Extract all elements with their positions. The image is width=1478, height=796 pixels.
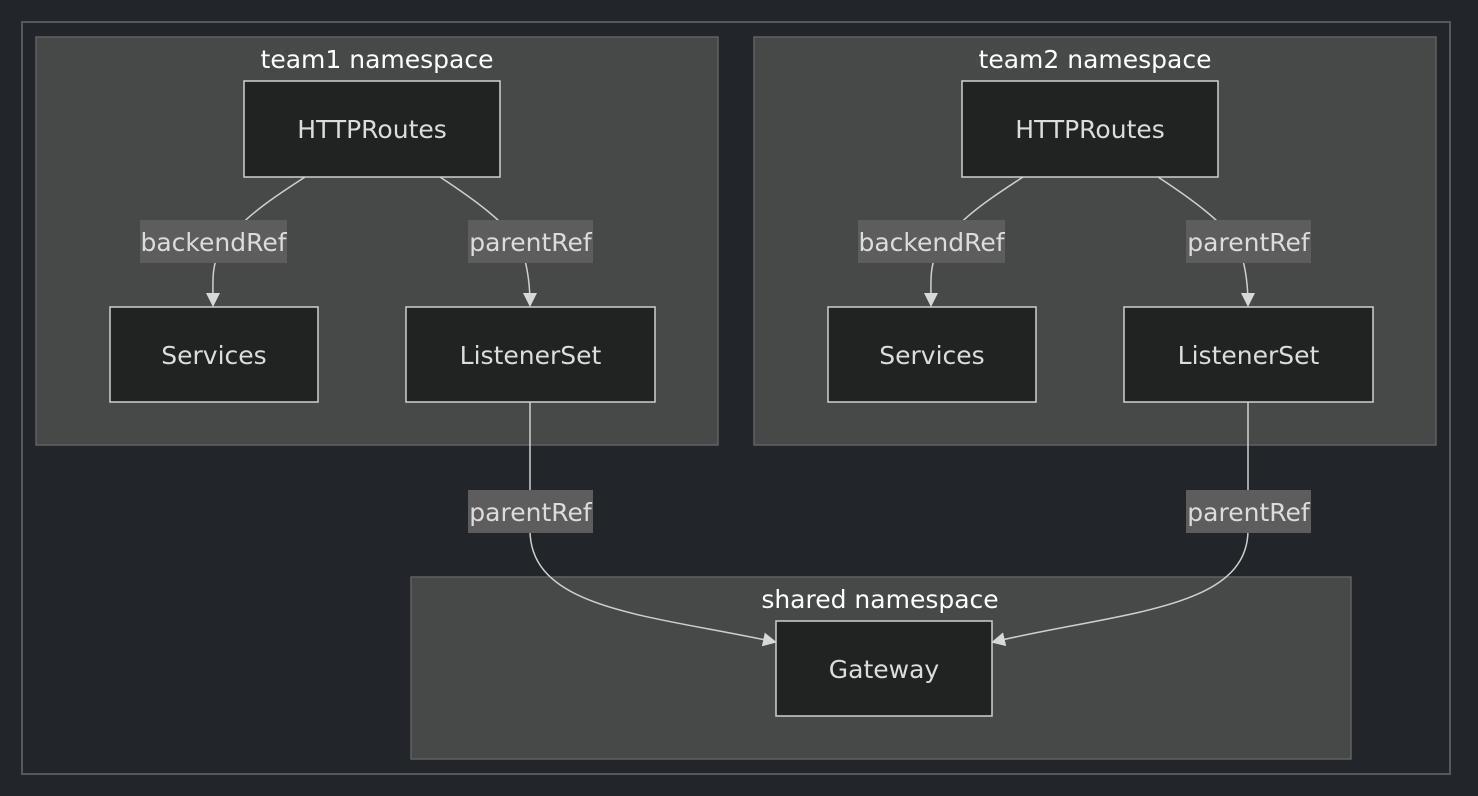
- edge-label-team1-to-gateway: parentRef: [468, 490, 593, 533]
- node-label: HTTPRoutes: [1015, 115, 1165, 144]
- edge-label-text: parentRef: [469, 498, 593, 527]
- node-label: Services: [879, 341, 984, 370]
- node-label: ListenerSet: [460, 341, 602, 370]
- cluster-team2-title: team2 namespace: [979, 45, 1212, 74]
- edge-label-team2-backendref: backendRef: [858, 220, 1006, 263]
- cluster-team1-title: team1 namespace: [261, 45, 494, 74]
- node-gateway[interactable]: Gateway: [775, 620, 993, 717]
- edge-label-team2-to-gateway: parentRef: [1186, 490, 1311, 533]
- edge-label-text: parentRef: [1187, 228, 1311, 257]
- node-label: Services: [161, 341, 266, 370]
- node-team2-listenerset[interactable]: ListenerSet: [1123, 306, 1374, 403]
- edge-label-team1-parentref: parentRef: [468, 220, 593, 263]
- node-team1-services[interactable]: Services: [109, 306, 319, 403]
- node-team1-httproutes[interactable]: HTTPRoutes: [243, 80, 501, 178]
- node-label: ListenerSet: [1178, 341, 1320, 370]
- node-label: Gateway: [829, 655, 940, 684]
- edge-label-text: backendRef: [140, 228, 287, 257]
- cluster-shared-title: shared namespace: [761, 585, 998, 614]
- edge-label-text: parentRef: [469, 228, 593, 257]
- diagram-canvas: team1 namespace team2 namespace shared n…: [21, 21, 1451, 775]
- edge-label-text: parentRef: [1187, 498, 1311, 527]
- edge-label-text: backendRef: [858, 228, 1005, 257]
- node-label: HTTPRoutes: [297, 115, 447, 144]
- node-team1-listenerset[interactable]: ListenerSet: [405, 306, 656, 403]
- node-team2-services[interactable]: Services: [827, 306, 1037, 403]
- node-team2-httproutes[interactable]: HTTPRoutes: [961, 80, 1219, 178]
- edge-label-team2-parentref: parentRef: [1186, 220, 1311, 263]
- edge-label-team1-backendref: backendRef: [140, 220, 288, 263]
